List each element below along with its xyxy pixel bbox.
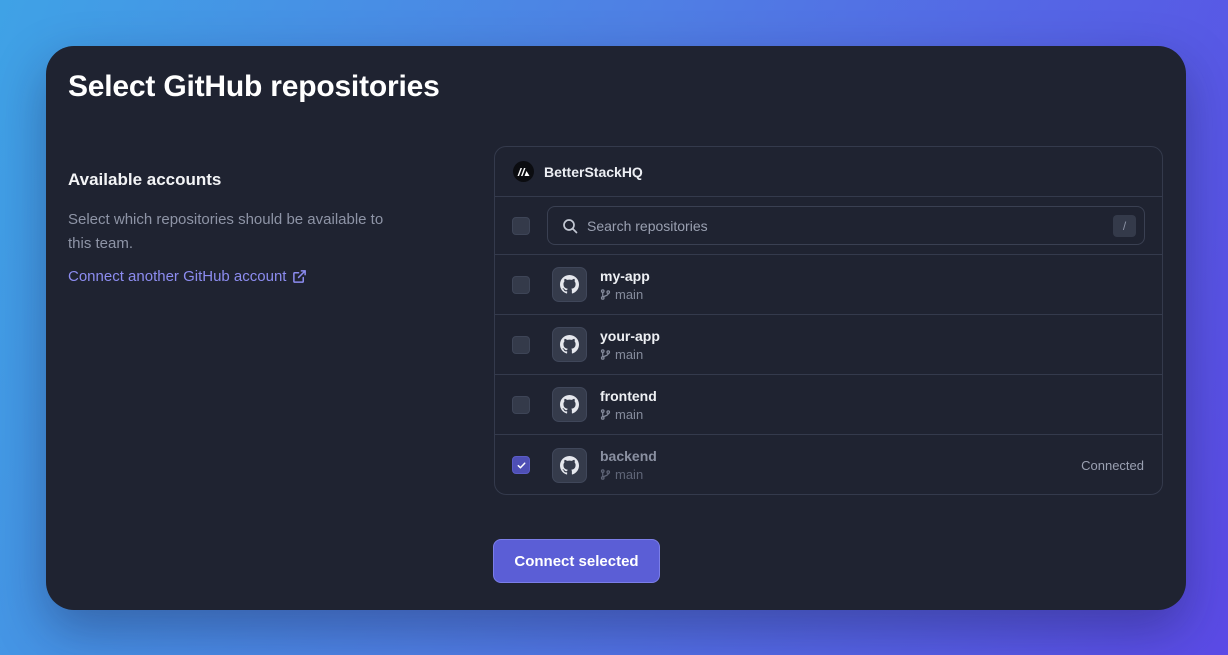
search-field[interactable]: / [547, 206, 1145, 245]
repo-selection-card: Select GitHub repositories Available acc… [46, 46, 1186, 610]
repo-row[interactable]: backend main Connected [495, 435, 1162, 494]
search-input[interactable] [587, 217, 1067, 234]
repo-name: my-app [600, 267, 650, 284]
repo-branch: main [600, 407, 657, 422]
connect-account-link[interactable]: Connect another GitHub account [68, 268, 307, 285]
branch-name: main [615, 346, 644, 362]
git-branch-icon [600, 348, 611, 360]
org-name: BetterStackHQ [544, 163, 643, 180]
github-icon [552, 267, 587, 302]
search-row: / [495, 197, 1162, 255]
branch-name: main [615, 467, 644, 482]
git-branch-icon [600, 408, 611, 420]
git-branch-icon [600, 288, 611, 300]
github-icon [552, 447, 587, 483]
repo-branch: main [600, 347, 660, 362]
repositories-panel: BetterStackHQ / my-app main [494, 146, 1163, 495]
branch-name: main [615, 286, 644, 302]
git-branch-icon [600, 469, 611, 480]
repo-checkbox[interactable] [512, 275, 530, 294]
repo-checkbox[interactable] [512, 456, 530, 474]
external-link-icon [293, 270, 307, 283]
checkmark-icon [516, 460, 527, 471]
accounts-section: Available accounts Select which reposito… [68, 170, 428, 286]
repo-checkbox[interactable] [512, 335, 530, 354]
page-title: Select GitHub repositories [68, 70, 440, 103]
repo-checkbox[interactable] [512, 395, 530, 414]
org-header: BetterStackHQ [495, 147, 1162, 197]
github-icon [552, 327, 587, 362]
org-logo [513, 161, 534, 182]
select-all-checkbox[interactable] [512, 216, 530, 235]
search-shortcut-key: / [1113, 215, 1136, 237]
betterstack-logo-icon [517, 168, 530, 176]
repo-branch: main [600, 287, 650, 302]
search-icon [563, 218, 578, 233]
repo-name: your-app [600, 327, 660, 344]
repo-status: Connected [1081, 457, 1144, 473]
section-title: Available accounts [68, 170, 222, 189]
repo-row[interactable]: frontend main [495, 375, 1162, 435]
repo-name: backend [600, 448, 657, 464]
repo-name: frontend [600, 387, 657, 404]
connect-selected-button[interactable]: Connect selected [493, 539, 660, 583]
repo-row[interactable]: my-app main [495, 255, 1162, 315]
connect-link-label: Connect another GitHub account [68, 268, 287, 285]
github-icon [552, 387, 587, 422]
branch-name: main [615, 406, 644, 422]
repo-branch: main [600, 467, 657, 482]
section-description: Select which repositories should be avai… [68, 211, 384, 252]
repo-row[interactable]: your-app main [495, 315, 1162, 375]
repo-list: my-app main your-app main frontend main … [495, 255, 1162, 494]
